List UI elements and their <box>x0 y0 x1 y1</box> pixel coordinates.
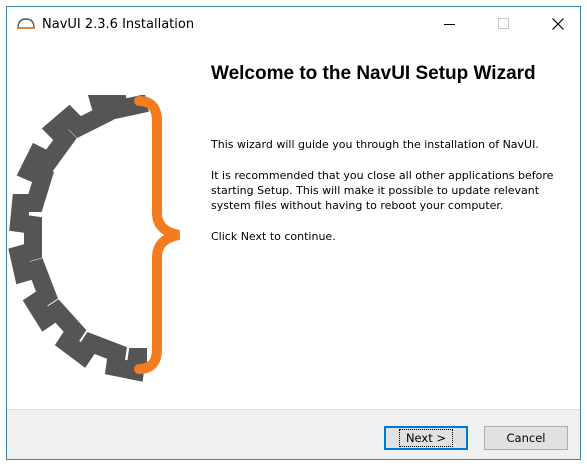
button-bar: Next > Cancel <box>7 409 580 459</box>
minimize-button[interactable] <box>427 7 473 41</box>
maximize-button <box>481 7 527 41</box>
gear-brace-graphic <box>8 95 181 382</box>
title-bar[interactable]: NavUI 2.3.6 Installation <box>7 7 580 41</box>
welcome-heading: Welcome to the NavUI Setup Wizard <box>211 63 536 84</box>
installer-window: NavUI 2.3.6 Installation Welcome to the … <box>6 6 581 460</box>
recommendation-text: It is recommended that you close all oth… <box>211 169 554 212</box>
close-icon <box>552 18 564 30</box>
next-button[interactable]: Next > <box>384 426 468 450</box>
next-button-label: Next > <box>398 429 454 447</box>
navui-app-icon <box>17 18 35 29</box>
continue-instruction: Click Next to continue. <box>211 230 336 243</box>
close-button[interactable] <box>535 7 580 41</box>
wizard-content: Welcome to the NavUI Setup Wizard This w… <box>7 41 580 409</box>
cancel-button[interactable]: Cancel <box>484 426 568 450</box>
maximize-icon <box>498 18 509 29</box>
window-title: NavUI 2.3.6 Installation <box>42 17 195 32</box>
minimize-icon <box>444 24 455 25</box>
intro-text: This wizard will guide you through the i… <box>211 138 539 151</box>
